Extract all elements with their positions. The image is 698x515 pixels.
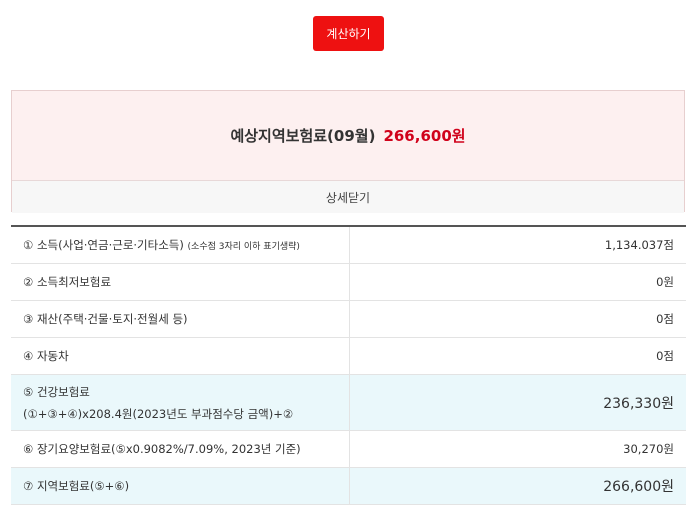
result-panel: 예상지역보험료(09월) 266,600원 상세닫기 [11, 90, 685, 213]
row-value: 236,330원 [349, 374, 686, 431]
calculate-button[interactable]: 계산하기 [313, 16, 384, 51]
table-row: ④ 자동차 0점 [11, 337, 686, 375]
result-amount: 266,600원 [383, 127, 466, 145]
table-row: ⑦ 지역보험료(⑤+⑥) 266,600원 [11, 467, 686, 505]
row-label: ① 소득(사업·연금·근로·기타소득) [23, 238, 184, 252]
row-formula: (①+③+④)x208.4원(2023년도 부과점수당 금액)+② [23, 406, 294, 421]
detail-table: ① 소득(사업·연금·근로·기타소득) (소수점 3자리 이하 표기생략) 1,… [11, 225, 686, 505]
row-label: ⑦ 지역보험료(⑤+⑥) [11, 467, 350, 505]
row-value: 0점 [349, 337, 686, 375]
row-label: ② 소득최저보험료 [11, 263, 350, 301]
table-row: ⑤ 건강보험료 (①+③+④)x208.4원(2023년도 부과점수당 금액)+… [11, 374, 686, 431]
row-value: 266,600원 [349, 467, 686, 505]
table-row: ① 소득(사업·연금·근로·기타소득) (소수점 3자리 이하 표기생략) 1,… [11, 226, 686, 264]
table-row: ③ 재산(주택·건물·토지·전월세 등) 0점 [11, 300, 686, 338]
row-label: ③ 재산(주택·건물·토지·전월세 등) [11, 300, 350, 338]
row-value: 0점 [349, 300, 686, 338]
toggle-details-button[interactable]: 상세닫기 [12, 181, 684, 213]
row-value: 1,134.037점 [349, 226, 686, 264]
result-label: 예상지역보험료(09월) [230, 127, 376, 145]
row-label: ⑥ 장기요양보험료(⑤x0.9082%/7.09%, 2023년 기준) [11, 430, 350, 468]
row-value: 30,270원 [349, 430, 686, 468]
row-label: ④ 자동차 [11, 337, 350, 375]
row-label: ⑤ 건강보험료 [23, 384, 90, 399]
row-note: (소수점 3자리 이하 표기생략) [187, 242, 300, 252]
row-value: 0원 [349, 263, 686, 301]
table-row: ⑥ 장기요양보험료(⑤x0.9082%/7.09%, 2023년 기준) 30,… [11, 430, 686, 468]
result-summary: 예상지역보험료(09월) 266,600원 [12, 91, 684, 181]
table-row: ② 소득최저보험료 0원 [11, 263, 686, 301]
